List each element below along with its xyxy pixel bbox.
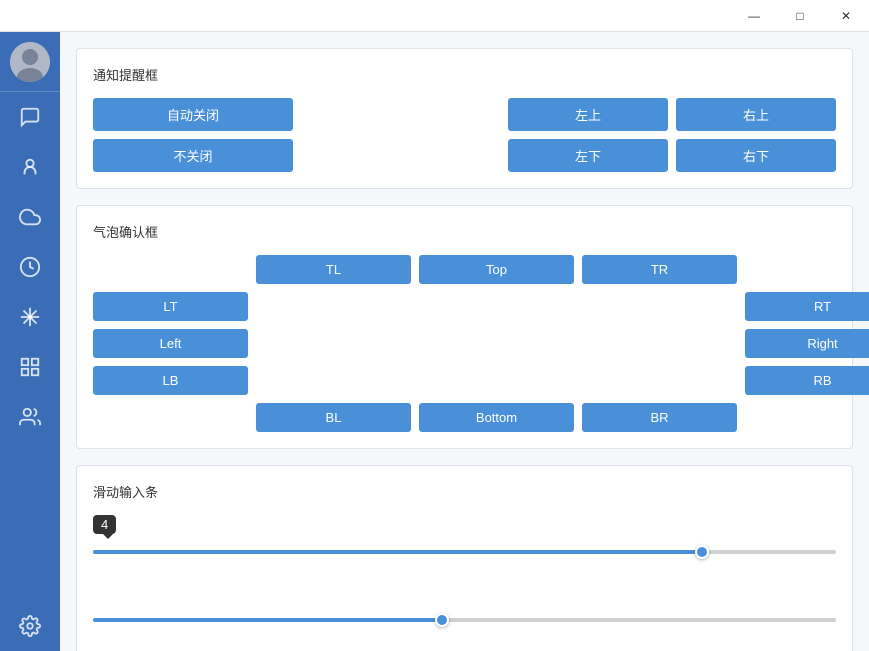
slider1-thumb[interactable] [695,545,709,559]
tl-button[interactable]: TL [256,255,411,284]
maximize-button[interactable]: □ [777,0,823,32]
slider1-container [93,542,836,562]
grid-icon[interactable] [0,342,60,392]
slider1-fill [93,550,702,554]
asterisk-icon[interactable] [0,292,60,342]
cloud-icon[interactable] [0,192,60,242]
slider-section: 滑动输入条 4 [76,465,853,651]
no-close-button[interactable]: 不关闭 [93,139,293,172]
users-icon[interactable] [0,392,60,442]
lb-button[interactable]: LB [93,366,248,395]
slider1-value-bubble: 4 [93,515,116,534]
bottom-button[interactable]: Bottom [419,403,574,432]
bubble-section: 气泡确认框 TL Top TR LT RT Left Right LB RB [76,205,853,449]
slider2-fill [93,618,442,622]
tr-button[interactable]: TR [582,255,737,284]
title-bar: — □ ✕ [0,0,869,32]
top-right-button[interactable]: 右上 [676,98,836,131]
minimize-button[interactable]: — [731,0,777,32]
settings-icon[interactable] [0,601,60,651]
close-button[interactable]: ✕ [823,0,869,32]
bl-button[interactable]: BL [256,403,411,432]
rb-button[interactable]: RB [745,366,869,395]
left-button[interactable]: Left [93,329,248,358]
lt-button[interactable]: LT [93,292,248,321]
auto-close-button[interactable]: 自动关闭 [93,98,293,131]
bottom-left-button[interactable]: 左下 [508,139,668,172]
br-button[interactable]: BR [582,403,737,432]
slider-title: 滑动输入条 [93,482,836,501]
rt-button[interactable]: RT [745,292,869,321]
avatar [10,42,50,82]
clock-icon[interactable] [0,242,60,292]
sidebar [0,32,60,651]
slider2-thumb[interactable] [435,613,449,627]
chat-icon[interactable] [0,92,60,142]
notify-title: 通知提醒框 [93,65,836,84]
right-button[interactable]: Right [745,329,869,358]
slider1-track [93,550,836,554]
top-left-button[interactable]: 左上 [508,98,668,131]
slider2-track [93,618,836,622]
content-area: 通知提醒框 自动关闭 左上 右上 不关闭 左下 右下 气泡确认框 TL Top … [60,32,869,651]
squirrel-icon[interactable] [0,142,60,192]
slider2-container [93,610,836,630]
bubble-title: 气泡确认框 [93,222,836,241]
sidebar-avatar [0,32,60,92]
bottom-right-button[interactable]: 右下 [676,139,836,172]
top-button[interactable]: Top [419,255,574,284]
notify-section: 通知提醒框 自动关闭 左上 右上 不关闭 左下 右下 [76,48,853,189]
